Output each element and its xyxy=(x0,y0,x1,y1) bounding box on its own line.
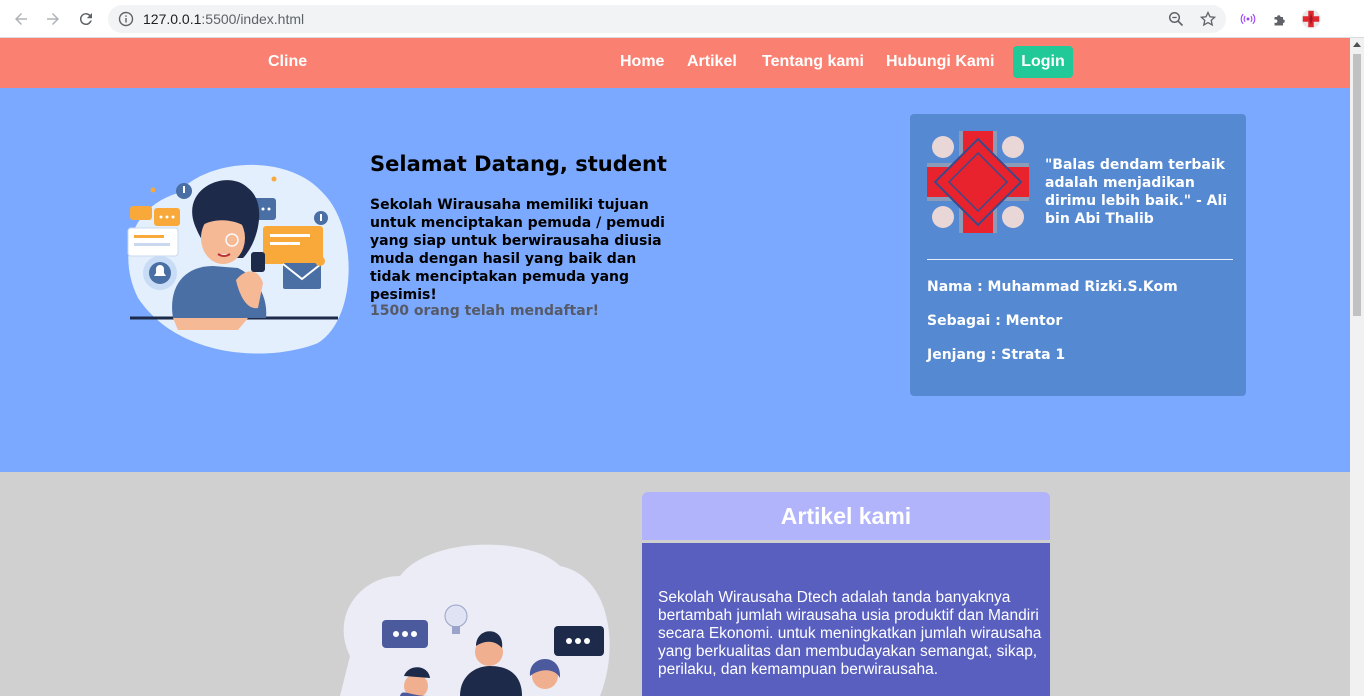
school-logo-icon xyxy=(927,131,1029,233)
mentor-level: Jenjang : Strata 1 xyxy=(927,347,1066,363)
hero-section: Selamat Datang, student Sekolah Wirausah… xyxy=(0,88,1350,472)
nav-tentang-kami[interactable]: Tentang kami xyxy=(762,53,864,71)
browser-toolbar: 127.0.0.1:5500/index.html xyxy=(0,0,1364,38)
info-icon[interactable] xyxy=(118,11,134,27)
zoom-icon[interactable] xyxy=(1168,11,1184,27)
card-divider xyxy=(927,259,1233,260)
cast-icon[interactable] xyxy=(1238,9,1258,29)
page-scrollbar[interactable] xyxy=(1350,38,1364,696)
address-bar[interactable]: 127.0.0.1:5500/index.html xyxy=(108,5,1226,33)
scrollbar-thumb[interactable] xyxy=(1353,54,1361,316)
nav-home[interactable]: Home xyxy=(620,53,664,71)
nav-hubungi-kami[interactable]: Hubungi Kami xyxy=(886,53,994,71)
woman-chatting-illustration xyxy=(127,164,349,354)
web-page: Cline Home Artikel Tentang kami Hubungi … xyxy=(0,38,1350,696)
reload-icon[interactable] xyxy=(74,7,98,31)
hero-description: Sekolah Wirausaha memiliki tujuan untuk … xyxy=(370,197,665,303)
mentor-role: Sebagai : Mentor xyxy=(927,313,1063,329)
mentor-card: "Balas dendam terbaik adalah menjadikan … xyxy=(910,114,1246,396)
extensions-puzzle-icon[interactable] xyxy=(1270,9,1290,29)
hero-title: Selamat Datang, student xyxy=(370,152,667,176)
url-text: 127.0.0.1:5500/index.html xyxy=(143,11,305,27)
login-button[interactable]: Login xyxy=(1013,46,1073,78)
article-section: Artikel kami Sekolah Wirausaha Dtech ada… xyxy=(0,472,1350,696)
profile-avatar-icon[interactable] xyxy=(1301,9,1321,29)
registered-count: 1500 orang telah mendaftar! xyxy=(370,303,599,319)
bookmark-star-icon[interactable] xyxy=(1200,11,1216,27)
mentor-quote: "Balas dendam terbaik adalah menjadikan … xyxy=(1045,157,1228,227)
team-discussion-illustration xyxy=(340,544,610,696)
brand-link[interactable]: Cline xyxy=(268,53,307,71)
mentor-name: Nama : Muhammad Rizki.S.Kom xyxy=(927,279,1178,295)
article-heading: Artikel kami xyxy=(642,492,1050,540)
article-body: Sekolah Wirausaha Dtech adalah tanda ban… xyxy=(642,543,1050,696)
article-text: Sekolah Wirausaha Dtech adalah tanda ban… xyxy=(658,589,1042,678)
navbar: Cline Home Artikel Tentang kami Hubungi … xyxy=(0,38,1350,88)
scroll-up-arrow-icon[interactable] xyxy=(1353,42,1361,47)
forward-arrow-icon[interactable] xyxy=(41,7,65,31)
back-arrow-icon[interactable] xyxy=(9,7,33,31)
nav-artikel[interactable]: Artikel xyxy=(687,53,737,71)
